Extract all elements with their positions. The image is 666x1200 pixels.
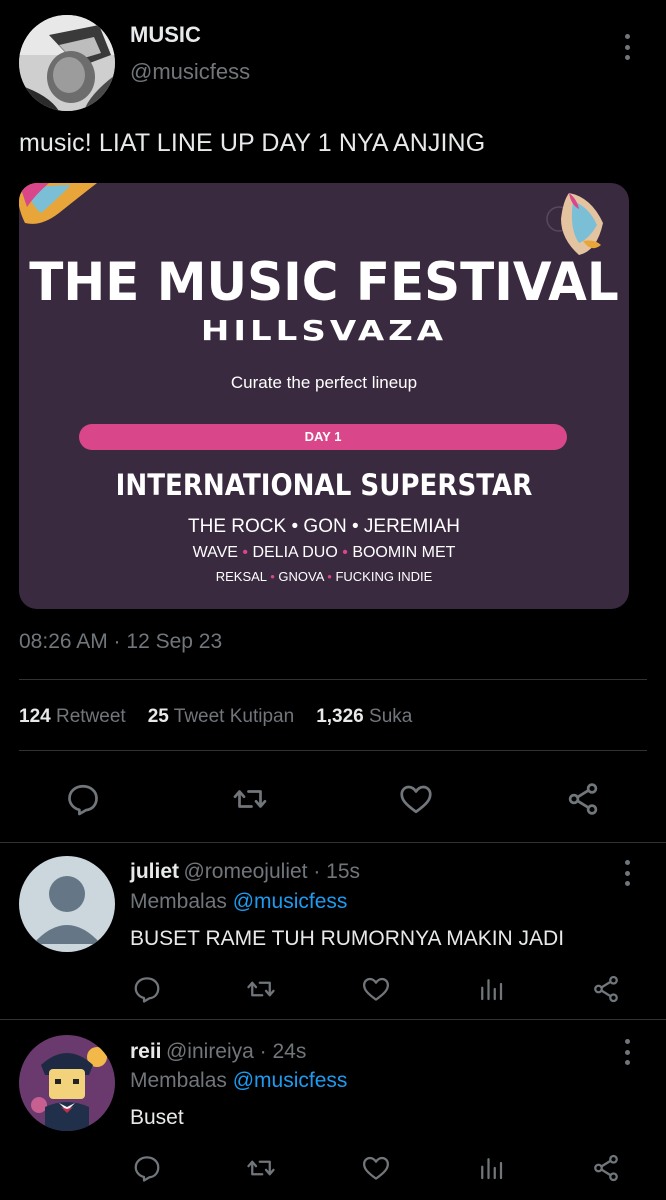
tweet-timestamp[interactable]: 08:26 AM · 12 Sep 23 xyxy=(19,630,222,654)
quote-count[interactable]: 25 Tweet Kutipan xyxy=(148,706,295,728)
poster-headliner: INTERNATIONAL SUPERSTAR xyxy=(115,468,533,502)
lineup-act: GNOVA xyxy=(278,569,324,584)
more-icon[interactable] xyxy=(620,34,634,60)
share-icon[interactable] xyxy=(591,974,621,1004)
tweet-image[interactable]: THE MUSIC FESTIVAL HILLSVAZA Curate the … xyxy=(19,183,629,609)
mention-link[interactable]: @musicfess xyxy=(233,1069,348,1092)
reply-header: juliet @romeojuliet · 15s xyxy=(130,860,360,884)
like-count[interactable]: 1,326 Suka xyxy=(316,706,412,728)
poster-lineup-row-1: THE ROCK • GON • JEREMIAH xyxy=(188,516,460,537)
decor-shape-icon xyxy=(19,183,97,224)
reply-text: BUSET RAME TUH RUMORNYA MAKIN JADI xyxy=(130,927,565,950)
share-icon[interactable] xyxy=(565,781,601,817)
lineup-separator: • xyxy=(270,569,275,584)
author-handle[interactable]: @musicfess xyxy=(130,59,250,85)
reply-icon[interactable] xyxy=(132,974,162,1004)
mention-link[interactable]: @musicfess xyxy=(233,890,348,913)
retweet-icon[interactable] xyxy=(246,974,276,1004)
like-icon[interactable] xyxy=(398,781,434,817)
author-avatar[interactable] xyxy=(19,15,115,111)
lineup-act: REKSAL xyxy=(215,569,267,584)
reply-handle[interactable]: @inireiya · 24s xyxy=(166,1040,306,1063)
poster-tagline: Curate the perfect lineup xyxy=(230,373,418,392)
poster-title: THE MUSIC FESTIVAL xyxy=(29,251,619,313)
reply-icon[interactable] xyxy=(65,781,101,817)
reply-name[interactable]: reii xyxy=(130,1040,162,1063)
reply-text: Buset xyxy=(130,1106,184,1129)
poster-lineup-row-2: WAVE • DELIA DUO • BOOMIN MET xyxy=(19,544,629,562)
reply-avatar[interactable] xyxy=(19,1035,115,1131)
reply-handle[interactable]: @romeojuliet · 15s xyxy=(183,860,360,883)
lineup-act: FUCKING INDIE xyxy=(335,569,433,584)
like-icon[interactable] xyxy=(361,974,391,1004)
lineup-act: WAVE xyxy=(192,544,238,561)
share-icon[interactable] xyxy=(591,1153,621,1183)
reply-name[interactable]: juliet xyxy=(130,860,179,883)
divider xyxy=(0,842,666,843)
divider xyxy=(19,679,647,680)
lineup-separator: • xyxy=(342,544,348,561)
tweet-text: music! LIAT LINE UP DAY 1 NYA ANJING xyxy=(19,129,486,157)
analytics-icon[interactable] xyxy=(476,974,506,1004)
lineup-separator: • xyxy=(242,544,248,561)
poster-day-badge: DAY 1 xyxy=(79,424,567,450)
tweet-stats: 124 Retweet 25 Tweet Kutipan 1,326 Suka xyxy=(19,706,434,728)
lineup-separator: • xyxy=(327,569,332,584)
more-icon[interactable] xyxy=(620,1039,634,1065)
divider xyxy=(19,750,647,751)
retweet-icon[interactable] xyxy=(232,781,268,817)
decor-shape-icon xyxy=(546,193,603,255)
reply-icon[interactable] xyxy=(132,1153,162,1183)
replying-to: Membalas @musicfess xyxy=(130,1069,348,1092)
lineup-act: DELIA DUO xyxy=(252,544,338,561)
retweet-count[interactable]: 124 Retweet xyxy=(19,706,126,728)
more-icon[interactable] xyxy=(620,860,634,886)
poster-subtitle: HILLSVAZA xyxy=(200,315,448,347)
reply-avatar[interactable] xyxy=(19,856,115,952)
lineup-act: BOOMIN MET xyxy=(352,544,456,561)
analytics-icon[interactable] xyxy=(476,1153,506,1183)
reply-header: reii @inireiya · 24s xyxy=(130,1040,306,1064)
like-icon[interactable] xyxy=(361,1153,391,1183)
replying-to: Membalas @musicfess xyxy=(130,890,348,913)
divider xyxy=(0,1019,666,1020)
retweet-icon[interactable] xyxy=(246,1153,276,1183)
author-name[interactable]: MUSIC xyxy=(130,22,201,48)
poster-lineup-row-3: REKSAL • GNOVA • FUCKING INDIE xyxy=(19,569,629,584)
